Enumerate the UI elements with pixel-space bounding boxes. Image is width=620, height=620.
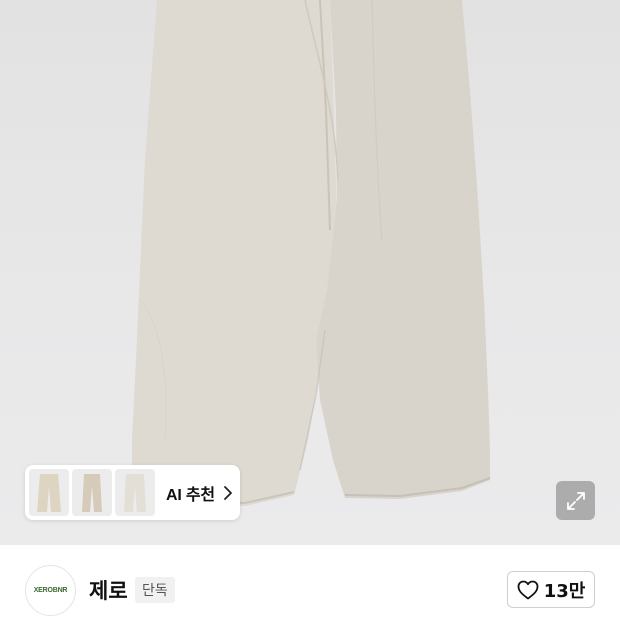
chevron-right-icon xyxy=(223,485,232,500)
product-image[interactable]: AI 추천 xyxy=(0,0,620,545)
expand-image-button[interactable] xyxy=(556,481,595,520)
recommend-thumb-1[interactable] xyxy=(29,469,69,516)
brand-logo[interactable]: XEROBNR xyxy=(25,565,76,616)
like-button[interactable]: 13만 xyxy=(507,571,595,608)
product-detail-page: AI 추천 XEROBNR 제로 단독 13만 xyxy=(0,0,620,620)
brand-logo-text: XEROBNR xyxy=(33,587,68,594)
recommend-thumb-2[interactable] xyxy=(72,469,112,516)
pants-photo xyxy=(131,0,491,506)
trousers-thumb-icon xyxy=(82,473,102,512)
exclusive-badge: 단독 xyxy=(135,577,175,603)
heart-icon xyxy=(517,580,539,599)
like-count: 13만 xyxy=(543,580,586,602)
ai-recommend-chip[interactable]: AI 추천 xyxy=(25,465,240,520)
pants-thumb-icon xyxy=(37,473,61,512)
ai-recommend-label: AI 추천 xyxy=(166,486,215,504)
recommend-thumb-3[interactable] xyxy=(115,469,155,516)
ivory-pants-thumb-icon xyxy=(124,473,146,512)
brand-name[interactable]: 제로 xyxy=(89,575,128,605)
expand-arrows-icon xyxy=(566,491,585,510)
